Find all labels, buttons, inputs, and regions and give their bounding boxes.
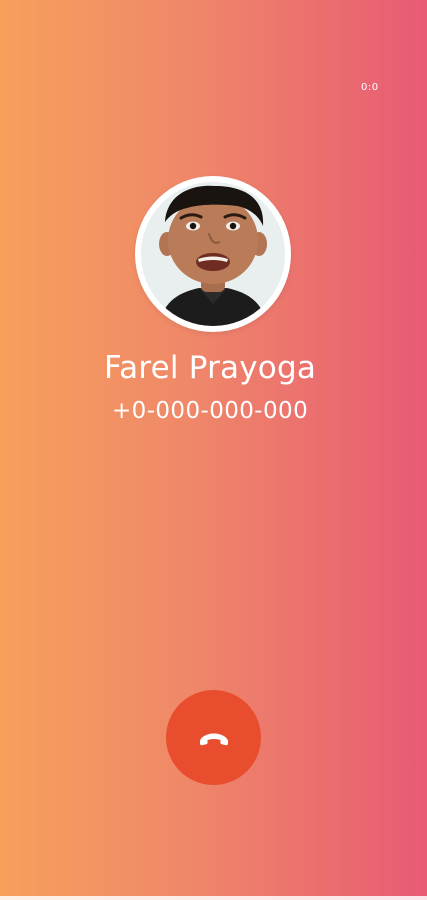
contact-avatar [135, 176, 291, 332]
avatar-photo [141, 182, 285, 326]
person-portrait-icon [141, 182, 285, 326]
end-call-button[interactable] [166, 690, 261, 785]
incoming-call-screen: 0:0 Farel Prayoga +0-000-000-000 [0, 0, 427, 900]
contact-name: Farel Prayoga [103, 350, 317, 386]
contact-phone-number: +0-000-000-000 [112, 398, 309, 424]
call-timer: 0:0 [361, 82, 379, 93]
bottom-edge [0, 896, 427, 900]
phone-hangup-icon [199, 733, 228, 745]
